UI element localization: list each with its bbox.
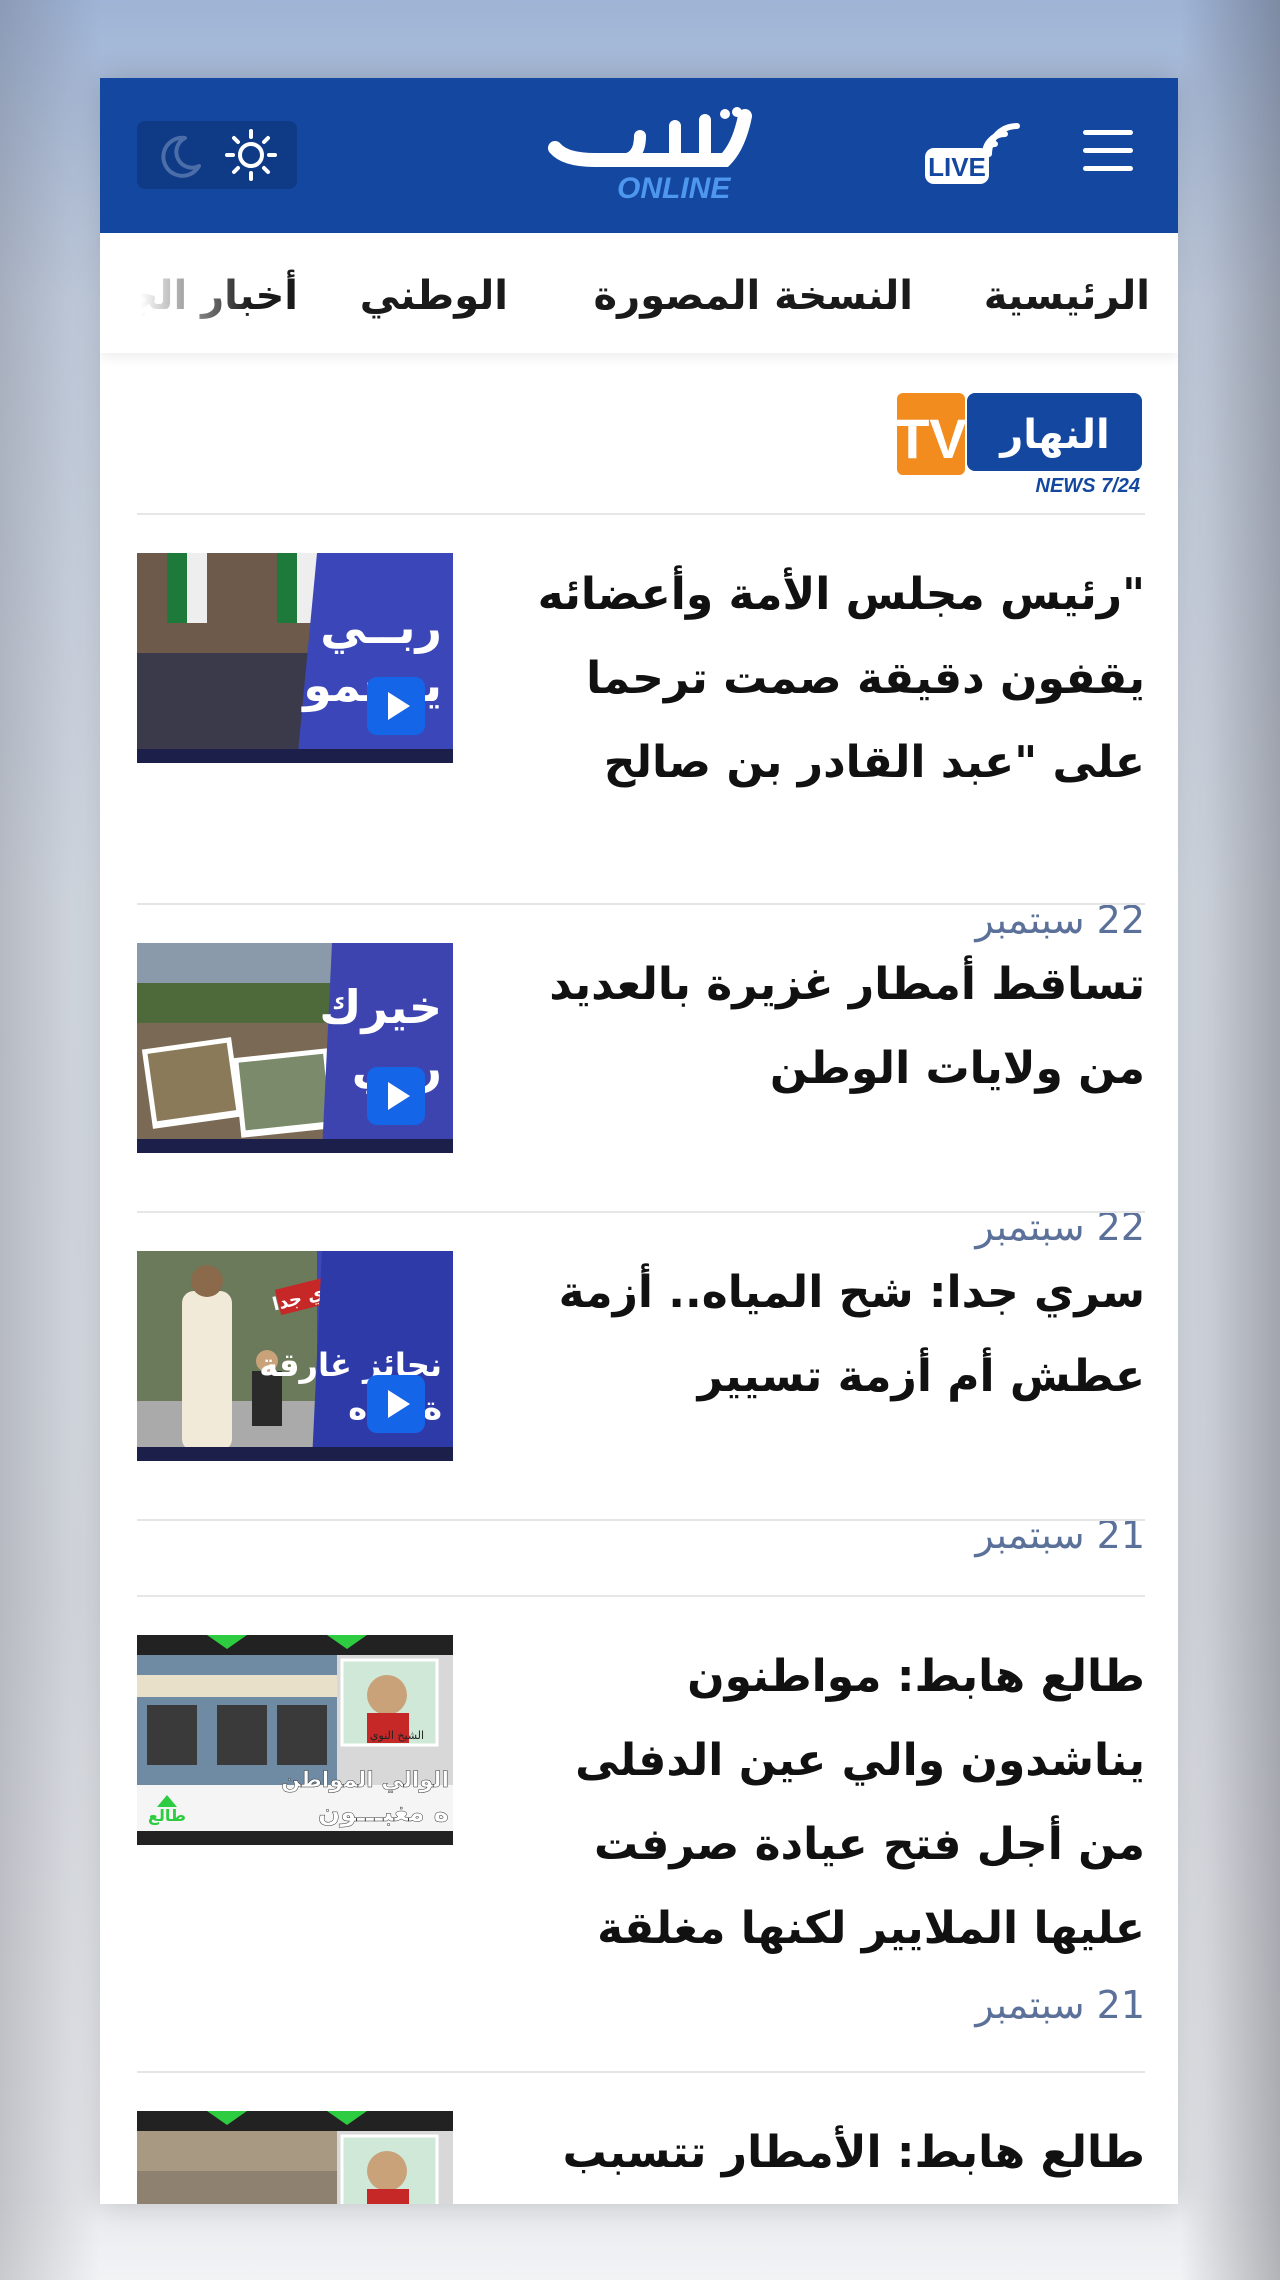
ennahar-online-logo[interactable]: ONLINE [525,106,765,206]
sun-icon[interactable] [223,127,279,183]
page-card: LIVE ONLINE الرئيسية النسخة المصورة الوط… [100,78,1178,2204]
divider [137,1211,1145,1213]
live-broadcast-icon: LIVE [925,123,1020,184]
play-icon[interactable] [367,1375,425,1433]
article-thumbnail[interactable]: ربــي يرحمو [137,553,453,763]
background-blur-right [1180,0,1280,2280]
article-title[interactable]: طالع هابط: الأمطار تتسبب [495,2111,1145,2195]
article-card[interactable]: خيرك ربي تساقط أمطار غزيرة بالعديد من ول… [137,943,1145,1249]
article-title[interactable]: طالع هابط: مواطنون يناشدون والي عين الدف… [495,1635,1145,1971]
svg-text:خيرك: خيرك [319,980,442,1034]
article-thumbnail[interactable]: سري جدا نجائز غارقة ة مياه [137,1251,453,1461]
article-date: 21 سبتمبر [975,1983,1145,2027]
article-card[interactable]: سري جدا نجائز غارقة ة مياه سري جدا: شح ا… [137,1251,1145,1557]
moon-icon[interactable] [155,130,205,180]
article-card[interactable]: الشيخ النوي الوالي المواطن ه مغبـــون طا… [137,1635,1145,2027]
article-thumbnail[interactable]: خيرك ربي [137,943,453,1153]
divider [137,513,1145,515]
top-bar: LIVE ONLINE [100,78,1178,233]
ennahar-tv-logo[interactable]: TV النهار NEWS 7/24 [895,390,1145,497]
divider [137,1519,1145,1521]
article-title[interactable]: "رئيس مجلس الأمة وأعضائه يقفون دقيقة صمت… [495,553,1145,805]
article-title[interactable]: تساقط أمطار غزيرة بالعديد من ولايات الوط… [495,943,1145,1111]
divider [137,903,1145,905]
article-card[interactable]: ربــي يرحمو "رئيس مجلس الأمة وأعضائه يقف… [137,553,1145,942]
svg-text:LIVE: LIVE [928,152,986,182]
svg-text:الشيخ النوي: الشيخ النوي [370,1729,424,1742]
category-nav: الرئيسية النسخة المصورة الوطني أخبار الج… [100,233,1178,353]
menu-icon[interactable] [1083,130,1133,176]
background-blur-left [0,0,100,2280]
article-title[interactable]: سري جدا: شح المياه.. أزمة عطش أم أزمة تس… [495,1251,1145,1419]
article-card[interactable]: طالع هابط: الأمطار تتسبب [137,2111,1145,2204]
nav-item-print-edition[interactable]: النسخة المصورة [594,273,913,319]
svg-text:الوالي المواطن: الوالي المواطن [281,1768,449,1793]
theme-toggle[interactable] [137,121,297,189]
live-button[interactable]: LIVE [923,120,1023,188]
nav-item-home[interactable]: الرئيسية [984,273,1150,319]
nav-item-national[interactable]: الوطني [360,273,508,319]
play-icon[interactable] [367,677,425,735]
svg-text:طالع: طالع [148,1806,186,1825]
svg-text:النهار: النهار [998,412,1110,458]
divider [137,2071,1145,2073]
play-icon[interactable] [367,1067,425,1125]
svg-text:ه مغبـــون: ه مغبـــون [318,1798,449,1828]
svg-text:NEWS 7/24: NEWS 7/24 [1036,475,1140,495]
article-thumbnail[interactable]: الشيخ النوي الوالي المواطن ه مغبـــون طا… [137,1635,453,1845]
svg-text:ONLINE: ONLINE [617,172,731,205]
svg-text:ربــي: ربــي [320,600,442,654]
article-thumbnail[interactable] [137,2111,453,2204]
nav-item-algeria-news[interactable]: أخبار الجزائر [100,273,298,319]
svg-text:TV: TV [895,407,967,470]
divider [137,1595,1145,1597]
